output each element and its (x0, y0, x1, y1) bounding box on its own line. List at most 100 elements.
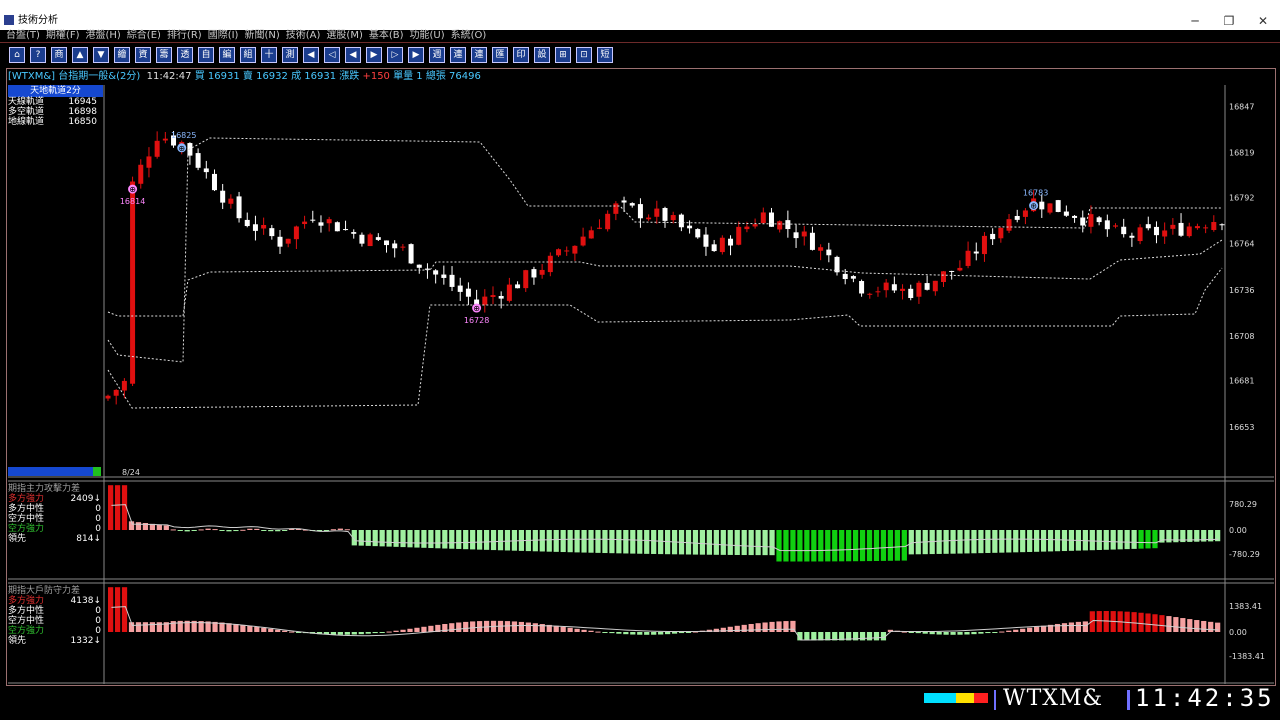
histogram-bar (950, 530, 956, 554)
candle-body (785, 220, 791, 230)
candle-body (760, 212, 766, 224)
candle-body (482, 296, 488, 305)
candle-body (334, 222, 340, 232)
histogram-bar (407, 530, 413, 548)
panel-axis-label: -1383.41 (1229, 652, 1265, 661)
candle-body (343, 229, 349, 231)
histogram-bar (205, 528, 211, 530)
candle-body (719, 237, 725, 253)
histogram-bar (671, 632, 678, 634)
chart-canvas[interactable]: 16847 16819 16792 16764 16736 16708 16681 16653… (0, 0, 1280, 720)
candle-body (556, 249, 562, 256)
histogram-bar (483, 530, 490, 550)
histogram-bar (699, 530, 706, 555)
candle-body (1121, 226, 1127, 235)
candle-body (1211, 222, 1217, 230)
candle-body (367, 234, 373, 247)
candle-body (973, 251, 979, 254)
candle-body (809, 232, 815, 250)
histogram-bar (1208, 621, 1214, 632)
histogram-bar (1047, 530, 1054, 552)
histogram-bar (734, 530, 740, 555)
histogram-bar (658, 632, 664, 635)
candle-body (515, 284, 521, 289)
candle-body (965, 250, 971, 266)
marker-price-label: 16825 (171, 131, 196, 140)
candle-body (1039, 201, 1045, 210)
candle-body (793, 232, 799, 239)
histogram-bar (1145, 530, 1151, 549)
histogram-bar (449, 530, 455, 549)
candle-body (113, 389, 119, 396)
candle-body (1162, 230, 1168, 237)
histogram-bar (456, 530, 462, 549)
histogram-bar (268, 628, 274, 632)
histogram-bar (456, 622, 462, 632)
histogram-bar (644, 632, 650, 635)
histogram-bar (790, 530, 796, 562)
histogram-bar (1061, 623, 1068, 632)
candle-body (867, 293, 873, 295)
histogram-bar (135, 622, 142, 632)
histogram-bar (268, 530, 274, 532)
candle-body (768, 212, 774, 227)
histogram-bar (240, 529, 246, 531)
candle-body (1145, 224, 1151, 229)
candle-body (154, 140, 160, 157)
y-tick-label: 16847 (1229, 102, 1254, 111)
histogram-bar (170, 529, 176, 531)
histogram-bar (184, 530, 190, 532)
candle-body (146, 156, 152, 168)
histogram-bar (400, 530, 406, 548)
histogram-bar (755, 623, 761, 632)
candle-body (269, 228, 275, 237)
histogram-bar (720, 530, 726, 555)
histogram-bar (859, 632, 866, 641)
candle-body (1014, 215, 1020, 220)
y-tick-label: 16708 (1229, 332, 1254, 341)
histogram-bar (581, 530, 587, 553)
histogram-bar (873, 632, 880, 641)
histogram-bar (985, 632, 991, 634)
candle-body (162, 138, 168, 141)
candle-body (1072, 215, 1078, 218)
histogram-bar (908, 632, 914, 633)
histogram-bar (1110, 530, 1116, 550)
candle-body (777, 221, 783, 230)
histogram-bar (818, 632, 824, 641)
candle-body (244, 219, 250, 227)
candle-body (949, 270, 955, 272)
histogram-bar (1103, 530, 1109, 550)
histogram-bar (623, 632, 629, 635)
histogram-bar (414, 627, 420, 632)
histogram-bar (365, 632, 371, 634)
candle-body (220, 190, 226, 203)
candle-body (998, 227, 1004, 239)
candle-body (457, 285, 463, 292)
histogram-bar (769, 621, 775, 632)
candle-body (924, 283, 930, 290)
histogram-bar (1131, 530, 1137, 549)
candle-body (621, 200, 627, 203)
histogram-bar (1187, 619, 1193, 632)
histogram-bar (546, 530, 552, 552)
histogram-bar (1138, 530, 1144, 549)
histogram-bar (832, 530, 838, 562)
candle-body (605, 213, 611, 230)
histogram-bar (490, 530, 497, 551)
histogram-bar (275, 530, 281, 532)
histogram-bar (943, 530, 949, 554)
histogram-bar (922, 632, 928, 634)
histogram-bar (539, 530, 545, 552)
histogram-bar (769, 530, 775, 556)
histogram-bar (233, 624, 239, 632)
histogram-bar (713, 530, 719, 555)
histogram-bar (964, 632, 970, 635)
histogram-bar (762, 530, 768, 556)
histogram-bar (330, 529, 337, 531)
histogram-bar (818, 530, 824, 562)
candle-body (1170, 224, 1176, 229)
histogram-bar (226, 530, 232, 532)
candle-body (138, 164, 144, 184)
candle-body (252, 224, 258, 231)
